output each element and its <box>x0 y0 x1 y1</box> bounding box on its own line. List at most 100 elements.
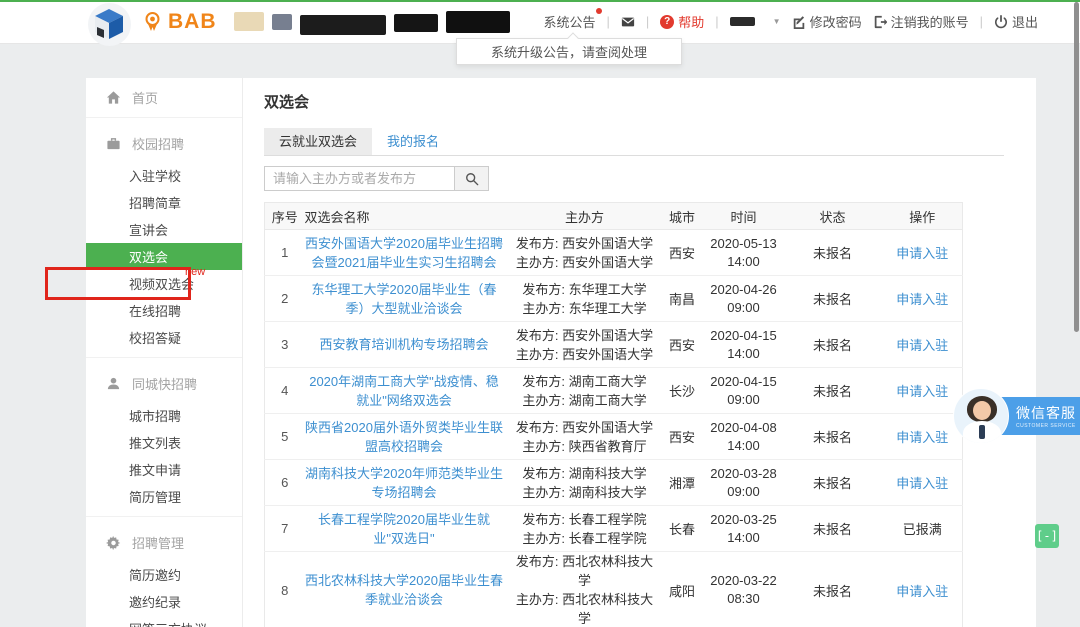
status-cell: 未报名 <box>783 414 883 460</box>
sidebar-section-header: 招聘管理 <box>86 523 242 561</box>
tab-my-registrations[interactable]: 我的报名 <box>372 128 454 155</box>
fair-name-link[interactable]: 西北农林科技大学2020届毕业生春季就业洽谈会 <box>305 573 503 607</box>
user-menu[interactable]: ▼ <box>730 17 781 26</box>
support-agent-avatar <box>953 388 1009 444</box>
time-cell: 2020-03-2208:30 <box>705 552 783 627</box>
apply-link[interactable]: 申请入驻 <box>896 246 948 261</box>
sidebar-item[interactable]: 简历邀约 <box>86 561 242 588</box>
sidebar-item[interactable]: 视频双选会new <box>86 270 242 297</box>
sidebar-section: 同城快招聘城市招聘推文列表推文申请简历管理 <box>86 357 242 516</box>
sidebar-item[interactable]: 推文列表 <box>86 429 242 456</box>
sidebar-item[interactable]: 双选会 <box>86 243 242 270</box>
exit-label: 退出 <box>1012 12 1038 31</box>
fair-name-link[interactable]: 长春工程学院2020届毕业生就业"双选日" <box>318 512 490 546</box>
sidebar-section-header[interactable]: 首页 <box>86 78 242 117</box>
wechat-label: 微信客服 <box>1016 403 1080 423</box>
help-label: 帮助 <box>678 12 704 31</box>
help-button[interactable]: ? 帮助 <box>660 12 704 31</box>
sidebar-item-label: 邀约纪录 <box>129 592 181 611</box>
redaction-block <box>394 14 438 32</box>
sidebar-item-label: 在线招聘 <box>129 301 181 320</box>
table-row: 5陕西省2020届外语外贸类毕业生联盟高校招聘会发布方: 西安外国语大学主办方:… <box>265 414 963 460</box>
separator: | <box>980 14 983 29</box>
fair-name-link[interactable]: 湖南科技大学2020年师范类毕业生专场招聘会 <box>305 466 503 500</box>
mail-button[interactable] <box>621 15 635 29</box>
organizer-cell: 发布方: 长春工程学院主办方: 长春工程学院 <box>510 506 660 552</box>
sidebar-nav: 首页校园招聘入驻学校招聘简章宣讲会双选会视频双选会new在线招聘校招答疑同城快招… <box>86 78 242 627</box>
table-row: 7 长春工程学院2020届毕业生就业"双选日" 发布方: 长春工程学院主办方: 长春… <box>265 506 963 552</box>
wechat-support-widget[interactable]: 微信客服 CUSTOMER SERVICE <box>953 388 1080 444</box>
search-input[interactable] <box>264 166 455 191</box>
question-icon: ? <box>660 15 674 29</box>
logout-account-button[interactable]: 注销我的账号 <box>873 12 969 31</box>
row-number: 8 <box>265 552 305 627</box>
main-panel: 双选会 云就业双选会我的报名 序号双选会名称主办方城市时间状态操作 1西安外国语… <box>242 78 1036 627</box>
apply-link[interactable]: 申请入驻 <box>896 584 948 599</box>
apply-link[interactable]: 申请入驻 <box>896 476 948 491</box>
sidebar-item[interactable]: 推文申请 <box>86 456 242 483</box>
search-button[interactable] <box>455 166 489 191</box>
city-cell: 西安 <box>660 414 705 460</box>
sidebar-item-label: 城市招聘 <box>129 406 181 425</box>
tab-cloud-fairs[interactable]: 云就业双选会 <box>264 128 372 155</box>
organizer-cell: 发布方: 西安外国语大学主办方: 西安外国语大学 <box>510 230 660 276</box>
sidebar-item[interactable]: 宣讲会 <box>86 216 242 243</box>
redaction-block <box>272 14 292 30</box>
fair-name-link[interactable]: 陕西省2020届外语外贸类毕业生联盟高校招聘会 <box>305 420 503 454</box>
city-cell: 南昌 <box>660 276 705 322</box>
tab-bar: 云就业双选会我的报名 <box>264 128 1004 156</box>
sidebar-section-header: 同城快招聘 <box>86 364 242 402</box>
organizer-cell: 发布方: 湖南科技大学主办方: 湖南科技大学 <box>510 460 660 506</box>
sidebar-item-label: 校招答疑 <box>129 328 181 347</box>
chevron-down-icon: ▼ <box>773 17 781 26</box>
action-cell: 申请入驻 <box>883 414 963 460</box>
status-cell: 未报名 <box>783 506 883 552</box>
sidebar-item[interactable]: 在线招聘 <box>86 297 242 324</box>
column-header: 操作 <box>883 203 963 230</box>
apply-link[interactable]: 申请入驻 <box>896 384 948 399</box>
time-cell: 2020-04-0814:00 <box>705 414 783 460</box>
medal-icon <box>144 12 161 32</box>
person-icon <box>106 376 121 391</box>
sidebar-item[interactable]: 入驻学校 <box>86 162 242 189</box>
change-password-button[interactable]: 修改密码 <box>792 12 862 31</box>
sidebar-item[interactable]: 网签三方协议 <box>86 615 242 627</box>
time-cell: 2020-04-1514:00 <box>705 322 783 368</box>
sidebar-item[interactable]: 城市招聘 <box>86 402 242 429</box>
apply-link[interactable]: 申请入驻 <box>896 338 948 353</box>
sidebar-section: 首页 <box>86 78 242 117</box>
page-scrollbar[interactable] <box>1073 0 1080 627</box>
action-cell: 已报满 <box>883 506 963 552</box>
sidebar-item[interactable]: 邀约纪录 <box>86 588 242 615</box>
fair-name-link[interactable]: 东华理工大学2020届毕业生（春季）大型就业洽谈会 <box>312 282 497 316</box>
column-header: 主办方 <box>510 203 660 230</box>
column-header: 序号 <box>265 203 305 230</box>
screenshot-button[interactable]: [-] <box>1035 524 1059 548</box>
column-header: 双选会名称 <box>305 203 510 230</box>
organizer-cell: 发布方: 西安外国语大学主办方: 西安外国语大学 <box>510 322 660 368</box>
status-cell: 未报名 <box>783 322 883 368</box>
logo-cube-icon <box>95 9 124 40</box>
redaction-block <box>300 15 386 35</box>
menu-system-announcements[interactable]: 系统公告 <box>543 12 595 31</box>
gear-icon <box>106 535 121 550</box>
action-cell: 申请入驻 <box>883 368 963 414</box>
sidebar-item[interactable]: 简历管理 <box>86 483 242 510</box>
row-number: 7 <box>265 506 305 552</box>
status-cell: 未报名 <box>783 368 883 414</box>
sidebar-item[interactable]: 校招答疑 <box>86 324 242 351</box>
sidebar-item[interactable]: 招聘简章 <box>86 189 242 216</box>
table-header-row: 序号双选会名称主办方城市时间状态操作 <box>265 203 963 230</box>
fair-name-link[interactable]: 2020年湖南工商大学"战疫情、稳就业"网络双选会 <box>309 374 499 408</box>
announcement-tooltip[interactable]: 系统升级公告，请查阅处理 <box>456 38 682 65</box>
fair-name-link[interactable]: 西安外国语大学2020届毕业生招聘会暨2021届毕业生实习生招聘会 <box>305 236 503 270</box>
separator: | <box>646 14 649 29</box>
notification-dot <box>596 8 602 14</box>
sidebar-item-label: 网签三方协议 <box>129 619 207 627</box>
organizer-cell: 发布方: 西安外国语大学主办方: 陕西省教育厅 <box>510 414 660 460</box>
scrollbar-thumb[interactable] <box>1074 2 1079 332</box>
fair-name-link[interactable]: 西安教育培训机构专场招聘会 <box>319 337 488 352</box>
apply-link[interactable]: 申请入驻 <box>896 430 948 445</box>
apply-link[interactable]: 申请入驻 <box>896 292 948 307</box>
exit-button[interactable]: 退出 <box>994 12 1038 31</box>
